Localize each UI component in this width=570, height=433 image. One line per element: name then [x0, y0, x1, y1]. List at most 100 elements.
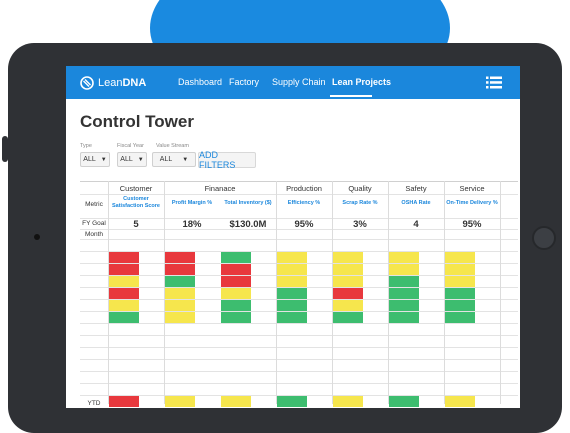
row-label-metric: Metric [85, 201, 103, 208]
status-cell[interactable] [277, 300, 307, 311]
status-cell[interactable] [445, 312, 475, 323]
status-cell[interactable] [277, 252, 307, 263]
nav-factory[interactable]: Factory [229, 77, 259, 87]
fiscal-year-filter-select[interactable]: ALL ▼ [117, 152, 147, 167]
table-column-divider [500, 181, 501, 404]
row-label-month: Month [84, 231, 104, 238]
category-header: Quality [348, 184, 372, 193]
status-cell[interactable] [333, 276, 363, 287]
ytd-status-cell[interactable] [165, 396, 195, 407]
status-cell[interactable] [109, 312, 139, 323]
status-cell[interactable] [165, 276, 195, 287]
type-filter-select[interactable]: ALL ▼ [80, 152, 110, 167]
fiscal-year-filter-label: Fiscal Year [117, 143, 144, 149]
goal-value: 3% [353, 219, 367, 230]
status-cell[interactable] [221, 312, 251, 323]
row-label-ytd: YTD [87, 400, 101, 407]
ytd-status-cell[interactable] [445, 396, 475, 407]
status-cell[interactable] [333, 312, 363, 323]
metric-header[interactable]: Customer Satisfaction Score [110, 196, 162, 210]
status-cell[interactable] [333, 288, 363, 299]
goal-value: 5 [133, 219, 139, 230]
caret-down-icon: ▼ [182, 156, 189, 163]
status-cell[interactable] [221, 252, 251, 263]
status-cell[interactable] [109, 276, 139, 287]
tablet-camera [34, 234, 40, 240]
brand-name-part1: Lean [98, 77, 123, 89]
row-label-goal: FY Goal [82, 220, 106, 227]
status-cell[interactable] [109, 288, 139, 299]
status-cell[interactable] [221, 276, 251, 287]
status-cell[interactable] [333, 300, 363, 311]
goal-value: 95% [294, 219, 314, 230]
status-cell[interactable] [165, 264, 195, 275]
category-header: Customer [119, 184, 153, 193]
status-cell[interactable] [445, 264, 475, 275]
status-cell[interactable] [109, 252, 139, 263]
caret-down-icon: ▼ [137, 156, 144, 163]
status-cell[interactable] [277, 264, 307, 275]
status-cell[interactable] [333, 252, 363, 263]
status-cell[interactable] [389, 312, 419, 323]
control-tower-table: Customer Finanace Production Quality Safety S… [80, 181, 518, 407]
status-cell[interactable] [277, 312, 307, 323]
metric-header[interactable]: Profit Margin % [166, 200, 218, 207]
tablet-home-button [532, 226, 556, 250]
metric-header[interactable]: On-Time Delivery % [446, 200, 498, 207]
status-cell[interactable] [165, 252, 195, 263]
category-header: Finanace [204, 184, 236, 193]
value-stream-filter-value: ALL [159, 156, 173, 163]
status-cell[interactable] [389, 300, 419, 311]
category-header: Safety [405, 184, 427, 193]
value-stream-filter-label: Value Stream [156, 143, 189, 149]
status-cell[interactable] [277, 288, 307, 299]
status-cell[interactable] [221, 264, 251, 275]
goal-value: 4 [413, 219, 419, 230]
status-cell[interactable] [445, 300, 475, 311]
goal-value: $130.0M [229, 219, 267, 230]
table-top-border [80, 181, 518, 182]
ytd-status-cell[interactable] [277, 396, 307, 407]
type-filter-value: ALL [83, 156, 96, 163]
brand-logo[interactable]: Lean DNA [80, 75, 146, 91]
nav-supply-chain[interactable]: Supply Chain [272, 77, 326, 87]
fiscal-year-filter-value: ALL [120, 156, 133, 163]
status-cell[interactable] [277, 276, 307, 287]
status-cell[interactable] [165, 300, 195, 311]
nav-dashboard[interactable]: Dashboard [178, 77, 222, 87]
status-cell[interactable] [445, 288, 475, 299]
goal-value: 95% [462, 219, 482, 230]
metric-header[interactable]: Total Inventory ($) [222, 200, 274, 207]
ytd-status-cell[interactable] [333, 396, 363, 407]
add-filters-button[interactable]: ADD FILTERS [198, 150, 256, 170]
status-cell[interactable] [165, 288, 195, 299]
ytd-status-cell[interactable] [389, 396, 419, 407]
value-stream-filter-select[interactable]: ALL ▼ [152, 152, 196, 167]
status-cell[interactable] [221, 300, 251, 311]
metric-header[interactable]: Scrap Rate % [334, 200, 386, 207]
active-tab-indicator [330, 95, 372, 97]
status-cell[interactable] [165, 312, 195, 323]
status-cell[interactable] [221, 288, 251, 299]
status-cell[interactable] [389, 264, 419, 275]
ytd-status-cell[interactable] [221, 396, 251, 407]
status-cell[interactable] [445, 276, 475, 287]
table-row-divider [80, 239, 518, 240]
page-title: Control Tower [80, 112, 194, 131]
status-cell[interactable] [109, 300, 139, 311]
status-cell[interactable] [389, 252, 419, 263]
status-cell[interactable] [333, 264, 363, 275]
table-row-divider [80, 383, 518, 384]
ytd-status-cell[interactable] [109, 396, 139, 407]
table-row-divider [80, 335, 518, 336]
nav-lean-projects[interactable]: Lean Projects [332, 77, 391, 87]
status-cell[interactable] [109, 264, 139, 275]
status-cell[interactable] [389, 276, 419, 287]
metric-header[interactable]: Efficiency % [278, 200, 330, 207]
goal-value: 18% [182, 219, 202, 230]
status-cell[interactable] [445, 252, 475, 263]
status-cell[interactable] [389, 288, 419, 299]
metric-header[interactable]: OSHA Rate [390, 200, 442, 207]
table-row-divider [80, 194, 518, 195]
list-menu-icon[interactable] [486, 76, 502, 89]
